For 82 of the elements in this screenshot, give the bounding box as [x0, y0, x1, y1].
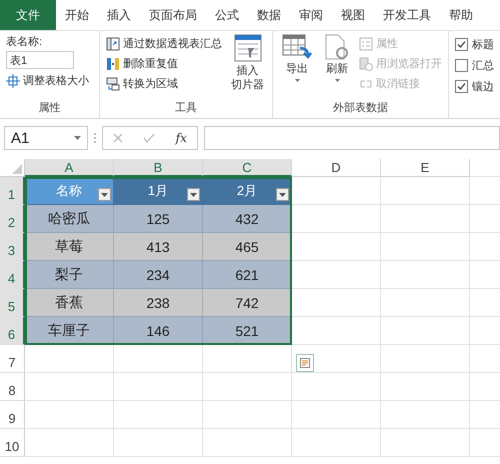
caret-icon — [294, 79, 300, 82]
refresh-icon — [324, 34, 350, 62]
filter-button[interactable] — [187, 188, 200, 201]
insert-function-button[interactable]: fx — [176, 131, 187, 145]
formula-input[interactable] — [204, 126, 500, 150]
row-header[interactable]: 4 — [0, 261, 25, 289]
ribbon-tab[interactable]: 文件 — [0, 0, 56, 30]
column-header[interactable]: D — [292, 159, 381, 177]
table-cell: 草莓 — [25, 233, 114, 261]
table-name-field[interactable]: 表1 — [6, 51, 74, 69]
slicer-icon — [234, 34, 262, 64]
tool-button[interactable]: 转换为区域 — [106, 74, 222, 93]
resize-table-button[interactable]: 调整表格大小 — [6, 71, 89, 90]
table-cell: 413 — [114, 233, 203, 261]
checkbox-label: 汇总 — [472, 59, 494, 73]
group-label: 工具 — [174, 101, 198, 116]
tool-button[interactable]: 通过数据透视表汇总 — [106, 34, 222, 53]
table-cell: 梨子 — [25, 261, 114, 289]
group-label: 外部表数据 — [332, 100, 389, 116]
name-box[interactable]: A1 — [4, 126, 88, 150]
remove-duplicates-icon — [106, 56, 120, 70]
row-header[interactable]: 7 — [0, 345, 25, 373]
table-header-cell[interactable]: 1月 — [114, 177, 203, 205]
table-cell: 432 — [203, 205, 292, 233]
row-header[interactable]: 10 — [0, 429, 25, 457]
table-cell: 238 — [114, 289, 203, 317]
column-header[interactable]: B — [114, 159, 203, 177]
table-cell: 621 — [203, 261, 292, 289]
ribbon-tab[interactable]: 开始 — [56, 0, 98, 30]
resize-icon — [6, 74, 20, 88]
ribbon-tab[interactable]: 视图 — [332, 0, 374, 30]
export-button[interactable]: 导出 — [279, 34, 315, 100]
caret-icon — [334, 79, 340, 82]
checkbox-label: 标题 — [472, 38, 494, 52]
ribbon-tab[interactable]: 帮助 — [440, 0, 482, 30]
table-cell: 146 — [114, 317, 203, 345]
caret-icon — [190, 192, 197, 196]
row-header[interactable]: 9 — [0, 401, 25, 429]
quick-analysis-button[interactable] — [296, 354, 314, 372]
checkbox[interactable] — [455, 80, 468, 93]
quick-analysis-icon — [300, 358, 310, 368]
column-header[interactable]: C — [203, 159, 292, 177]
tool-button[interactable]: 删除重复值 — [106, 54, 222, 73]
ribbon-tab[interactable]: 页面布局 — [140, 0, 206, 30]
ribbon-tab[interactable]: 公式 — [206, 0, 248, 30]
browser-icon — [359, 56, 373, 70]
ribbon-tab[interactable]: 插入 — [98, 0, 140, 30]
insert-slicer-button[interactable]: 插入 切片器 — [228, 34, 267, 100]
row-header[interactable]: 1 — [0, 177, 25, 205]
row-header[interactable]: 6 — [0, 317, 25, 345]
caret-icon — [101, 192, 108, 196]
dropdown-icon — [74, 136, 81, 140]
table-cell: 香蕉 — [25, 289, 114, 317]
refresh-button[interactable]: 刷新 — [321, 34, 353, 100]
column-header[interactable]: A — [25, 159, 114, 177]
properties-icon — [359, 36, 373, 50]
column-header[interactable]: E — [381, 159, 470, 177]
filter-button[interactable] — [276, 188, 289, 201]
ribbon-tab[interactable]: 开发工具 — [374, 0, 440, 30]
pivot-table-icon — [106, 36, 120, 50]
table-cell: 521 — [203, 317, 292, 345]
table-cell: 742 — [203, 289, 292, 317]
table-cell: 234 — [114, 261, 203, 289]
ribbon-tab[interactable]: 数据 — [248, 0, 290, 30]
table-cell: 哈密瓜 — [25, 205, 114, 233]
filter-button[interactable] — [98, 188, 111, 201]
convert-range-icon — [106, 76, 120, 90]
row-header[interactable]: 2 — [0, 205, 25, 233]
checkbox[interactable] — [455, 38, 468, 51]
caret-icon — [279, 192, 286, 196]
row-header[interactable]: 8 — [0, 373, 25, 401]
table-name-label: 表名称: — [6, 35, 44, 49]
ribbon-tab[interactable]: 审阅 — [290, 0, 332, 30]
checkbox-label: 镶边 — [472, 80, 494, 94]
table-cell: 465 — [203, 233, 292, 261]
table-cell: 车厘子 — [25, 317, 114, 345]
row-header[interactable]: 3 — [0, 233, 25, 261]
table-header-cell[interactable]: 2月 — [203, 177, 292, 205]
table-cell: 125 — [114, 205, 203, 233]
checkbox[interactable] — [455, 59, 468, 72]
group-label: 属性 — [38, 101, 62, 116]
row-header[interactable]: 5 — [0, 289, 25, 317]
